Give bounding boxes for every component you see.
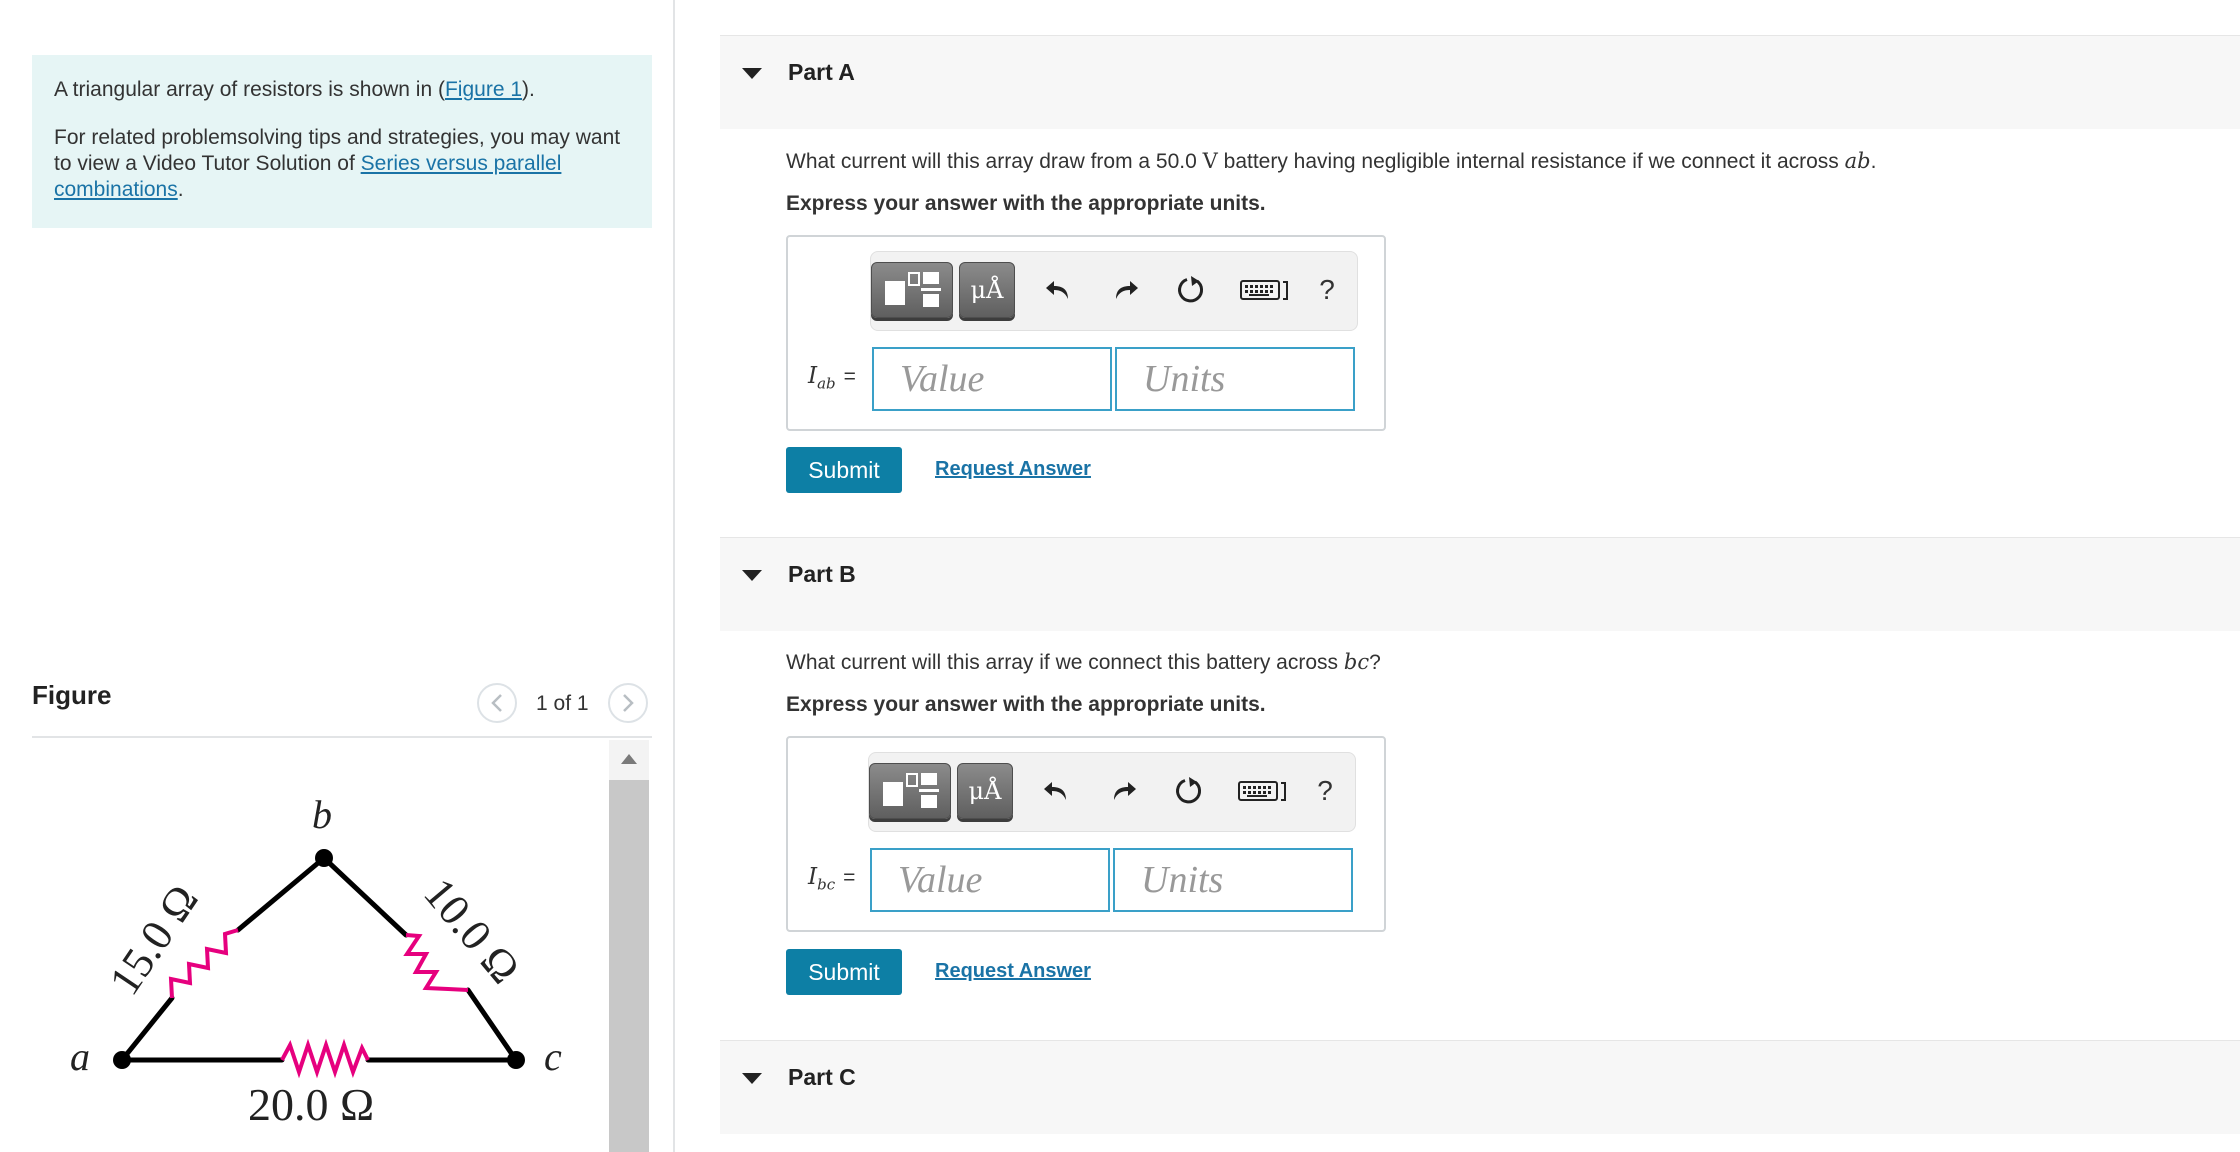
next-figure-button[interactable] [608,683,648,723]
equals-sign: = [843,365,856,388]
math-toolbar: μÅ ? [868,752,1356,832]
node-c-label: c [544,1034,562,1079]
question-unit: V [1202,149,1218,173]
part-c-header[interactable]: Part C [720,1040,2240,1134]
part-a-label: Part A [788,59,855,85]
help-button[interactable]: ? [1299,262,1355,318]
units-input[interactable]: Units [1115,347,1355,411]
node-a [113,1051,131,1069]
units-button[interactable]: μÅ [959,262,1015,318]
figure-scroll-thumb[interactable] [609,780,649,1152]
units-btn-label: μÅ [968,777,1002,805]
collapse-triangle-icon [742,570,762,581]
keyboard-icon [1240,280,1288,300]
part-b-question: What current will this array if we conne… [786,650,1381,675]
units-input[interactable]: Units [1113,848,1353,912]
figure-counter: 1 of 1 [536,692,589,715]
variable-label: Ibc = [808,864,855,894]
reset-button[interactable] [1163,262,1219,318]
undo-button[interactable] [1031,262,1087,318]
scroll-up-button[interactable] [609,740,649,778]
resistor-ac-label: 20.0 Ω [248,1079,374,1130]
part-a-request-answer-link[interactable]: Request Answer [935,458,1091,481]
part-b-label: Part B [788,561,856,587]
redo-button[interactable] [1095,763,1151,819]
part-b-header[interactable]: Part B [720,537,2240,631]
resistor-ac [280,1038,370,1079]
part-a-answer-box: μÅ ? Iab = Value Units [786,235,1386,431]
equals-sign: = [843,866,856,889]
var-sub: ab [817,374,836,393]
prev-figure-button[interactable] [477,683,517,723]
part-b-instruction: Express your answer with the appropriate… [786,693,1266,716]
figure-1-link[interactable]: Figure 1 [445,78,522,101]
part-b-submit-button[interactable]: Submit [786,949,902,995]
chevron-right-icon [623,694,634,712]
keyboard-button[interactable] [1233,763,1293,819]
chevron-left-icon [491,694,502,712]
arrow-up-icon [621,754,637,764]
part-a-instruction: Express your answer with the appropriate… [786,192,1266,215]
intro-line-2: For related problemsolving tips and stra… [54,125,630,203]
redo-button[interactable] [1097,262,1153,318]
reset-icon [1178,276,1204,303]
circuit-diagram: a b c 15.0 Ω 10.0 Ω 20.0 Ω [70,792,562,1130]
part-a-submit-button[interactable]: Submit [786,447,902,493]
resistor-bc-label: 10.0 Ω [414,869,529,993]
undo-icon [1046,281,1068,299]
help-button[interactable]: ? [1297,763,1353,819]
collapse-triangle-icon [742,68,762,79]
intro-text: ). [522,78,535,101]
keyboard-button[interactable] [1235,262,1295,318]
question-text: . [1870,150,1877,173]
question-text: What current will this array if we conne… [786,651,1344,674]
question-variable: bc [1343,650,1370,674]
question-text: ? [1369,651,1381,674]
keyboard-icon [1238,781,1286,801]
question-text: battery having negligible internal resis… [1217,150,1845,173]
var-sub: bc [817,875,836,894]
undo-icon [1044,782,1066,800]
part-a-question: What current will this array draw from a… [786,149,1876,174]
math-toolbar: μÅ ? [870,251,1358,331]
node-a-label: a [70,1034,90,1079]
node-b-label: b [312,792,332,837]
node-b [315,849,333,867]
column-divider [673,0,675,1152]
collapse-triangle-icon [742,1073,762,1084]
question-variable: ab [1844,149,1871,173]
intro-line-1: A triangular array of resistors is shown… [54,77,630,103]
value-input[interactable]: Value [872,347,1112,411]
question-text: What current will this array draw from a… [786,150,1203,173]
intro-text: A triangular array of resistors is shown… [54,78,445,101]
units-btn-label: μÅ [970,276,1004,304]
part-b-request-answer-link[interactable]: Request Answer [935,960,1091,983]
figure-divider [32,736,652,738]
templates-icon [885,272,941,307]
part-c-label: Part C [788,1064,856,1090]
var-main: I [808,363,818,389]
node-c [507,1051,525,1069]
templates-button[interactable] [871,262,953,318]
units-button[interactable]: μÅ [957,763,1013,819]
variable-label: Iab = [808,363,856,393]
intro-text: . [177,178,184,201]
intro-panel: A triangular array of resistors is shown… [32,55,652,228]
value-input[interactable]: Value [870,848,1110,912]
reset-icon [1176,777,1202,804]
part-a-header[interactable]: Part A [720,35,2240,129]
templates-button[interactable] [869,763,951,819]
var-main: I [808,864,818,890]
templates-icon [883,773,939,808]
figure-title: Figure [32,680,112,710]
reset-button[interactable] [1161,763,1217,819]
part-b-answer-box: μÅ ? Ibc = Value Units [786,736,1386,932]
undo-button[interactable] [1029,763,1085,819]
redo-icon [1114,782,1136,800]
redo-icon [1116,281,1138,299]
